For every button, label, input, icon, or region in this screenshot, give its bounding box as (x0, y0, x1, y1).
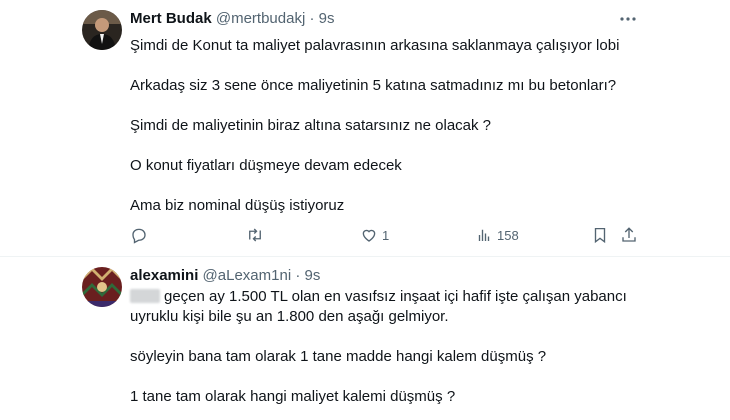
tweet-line: Arkadaş siz 3 sene önce maliyetinin 5 ka… (130, 77, 617, 94)
timestamp[interactable]: 9s (319, 10, 335, 27)
tweet-line: geçen ay 1.500 TL olan en vasıfsız inşaa… (130, 287, 650, 307)
share-button[interactable] (620, 226, 638, 244)
action-bar: 1 158 (0, 226, 730, 246)
like-button[interactable]: 1 (360, 226, 389, 244)
timestamp[interactable]: 9s (305, 267, 321, 284)
tweet-line: uyruklu kişi bile şu an 1.800 den aşağı … (130, 308, 449, 325)
tweet-2[interactable]: alexamini @aLexam1ni · 9s geçen ay 1.500… (0, 257, 730, 420)
tweet-text: Şimdi de Konut ta maliyet palavrasının a… (130, 36, 650, 216)
avatar-pattern-icon (82, 267, 122, 307)
tweet-text: geçen ay 1.500 TL olan en vasıfsız inşaa… (130, 287, 650, 407)
like-count: 1 (382, 227, 390, 243)
separator-dot: · (295, 267, 301, 284)
heart-icon (362, 229, 376, 242)
tweet-line: Şimdi de maliyetinin biraz altına satars… (130, 117, 492, 134)
author-handle[interactable]: @mertbudakj (216, 10, 305, 27)
bookmark-button[interactable] (591, 226, 609, 244)
tweet-line: Şimdi de Konut ta maliyet palavrasının a… (130, 37, 620, 54)
tweet-line: Ama biz nominal düşüş istiyoruz (130, 197, 345, 214)
redacted-mention (130, 289, 160, 303)
avatar[interactable] (82, 10, 122, 50)
author-name[interactable]: alexamini (130, 267, 198, 284)
separator-dot: · (309, 10, 315, 27)
views-count: 158 (497, 227, 519, 243)
views-icon (478, 229, 490, 241)
tweet-1[interactable]: Mert Budak @mertbudakj · 9s Şimdi de Kon… (0, 0, 730, 256)
share-icon (622, 227, 636, 242)
tweet-line-text: geçen ay 1.500 TL olan en vasıfsız inşaa… (164, 288, 627, 305)
tweet-header: alexamini @aLexam1ni · 9s (130, 267, 320, 285)
avatar-photo-icon (82, 10, 122, 50)
reply-button[interactable] (130, 226, 148, 244)
retweet-icon (249, 228, 261, 242)
views-button[interactable]: 158 (475, 226, 519, 244)
bookmark-icon (594, 227, 606, 244)
tweet-line: O konut fiyatları düşmeye devam edecek (130, 157, 402, 174)
author-handle[interactable]: @aLexam1ni (203, 267, 292, 284)
tweet-line: söyleyin bana tam olarak 1 tane madde ha… (130, 348, 547, 365)
tweet-line: 1 tane tam olarak hangi maliyet kalemi d… (130, 388, 456, 405)
avatar[interactable] (82, 267, 122, 307)
more-options-icon[interactable] (618, 10, 638, 28)
tweet-header: Mert Budak @mertbudakj · 9s (130, 10, 334, 28)
author-name[interactable]: Mert Budak (130, 10, 212, 27)
retweet-button[interactable] (245, 226, 265, 244)
reply-icon (132, 228, 146, 244)
